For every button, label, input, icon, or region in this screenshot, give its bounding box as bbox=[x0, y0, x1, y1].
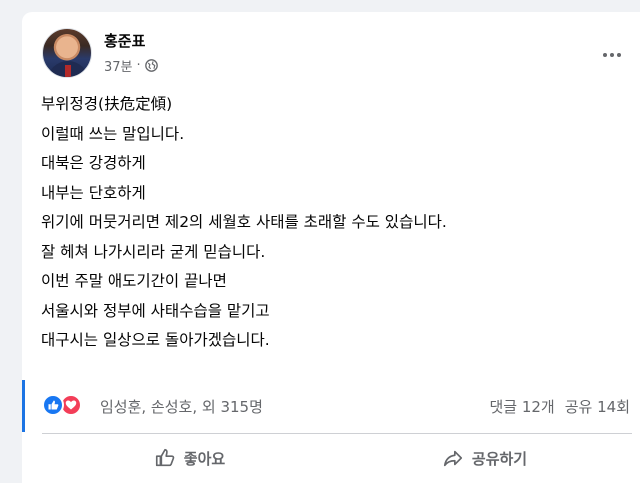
post-line: 이럴때 쓰는 말입니다. bbox=[41, 124, 185, 143]
share-button-label: 공유하기 bbox=[471, 449, 528, 468]
meta-separator: · bbox=[136, 58, 141, 73]
globe-icon bbox=[144, 59, 158, 72]
reactions-bar: 임성훈, 손성호, 외 315명 댓글 12개 공유 14회 bbox=[42, 392, 634, 420]
author-name[interactable]: 홍준표 bbox=[104, 30, 145, 51]
like-reaction-icon bbox=[42, 394, 64, 416]
like-button-label: 좋아요 bbox=[183, 449, 226, 468]
post-actions: 좋아요 공유하기 bbox=[42, 440, 632, 476]
reactors-summary[interactable]: 임성훈, 손성호, 외 315명 bbox=[100, 396, 263, 417]
share-button[interactable]: 공유하기 bbox=[337, 440, 632, 476]
author-avatar[interactable] bbox=[42, 28, 92, 78]
more-options-icon[interactable] bbox=[598, 48, 626, 62]
engagement-counts: 댓글 12개 공유 14회 bbox=[489, 396, 630, 417]
post-line: 이번 주말 애도기간이 끝나면 bbox=[41, 272, 227, 290]
post-line: 내부는 단호하게 bbox=[41, 183, 146, 202]
post-line: 대북은 강경하게 bbox=[41, 154, 146, 172]
share-count[interactable]: 공유 14회 bbox=[565, 396, 630, 417]
post-card: 홍준표 37분 · 부위정경(扶危定傾) 이럴때 쓰는 말입니다. 대북은 강경… bbox=[22, 12, 640, 483]
post-line: 대구시는 일상으로 돌아가겠습니다. bbox=[41, 331, 270, 349]
divider bbox=[42, 433, 632, 434]
post-line: 위기에 머뭇거리면 제2의 세월호 사태를 초래할 수도 있습니다. bbox=[41, 213, 447, 231]
thumbs-up-icon bbox=[155, 448, 175, 467]
post-line: 부위정경(扶危定傾) bbox=[41, 95, 173, 113]
post-text: 부위정경(扶危定傾) 이럴때 쓰는 말입니다. 대북은 강경하게 내부는 단호하… bbox=[41, 90, 631, 356]
comment-count[interactable]: 댓글 12개 bbox=[489, 396, 554, 417]
post-line: 서울시와 정부에 사태수습을 맡기고 bbox=[41, 301, 270, 320]
post-time[interactable]: 37분 bbox=[104, 56, 133, 75]
share-arrow-icon bbox=[443, 450, 462, 467]
post-meta: 37분 · bbox=[104, 56, 158, 75]
post-header: 홍준표 37분 · bbox=[42, 26, 632, 80]
focus-accent-bar bbox=[22, 380, 25, 432]
like-button[interactable]: 좋아요 bbox=[42, 440, 337, 476]
post-line: 잘 헤쳐 나가시리라 굳게 믿습니다. bbox=[41, 242, 266, 261]
reaction-icons[interactable] bbox=[42, 394, 90, 418]
